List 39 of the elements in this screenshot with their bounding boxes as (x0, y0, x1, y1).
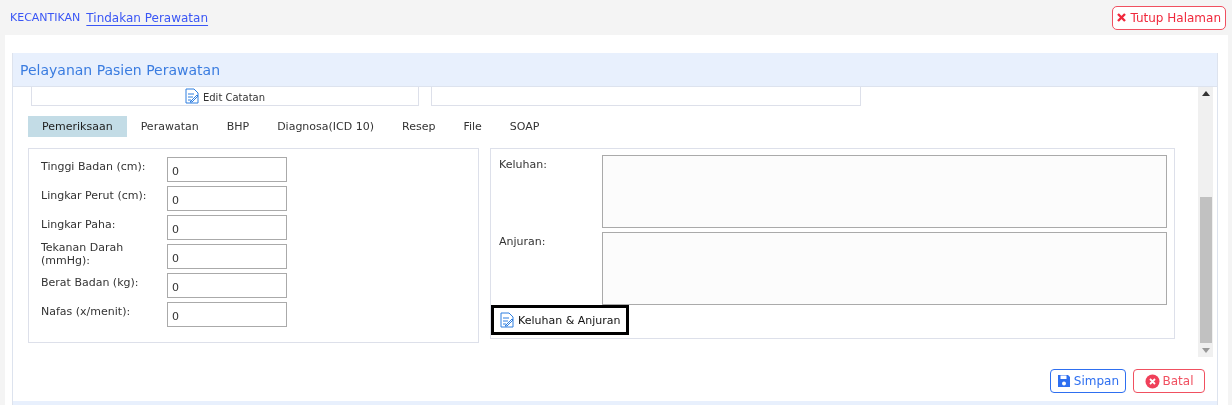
tab[interactable]: BHP (212, 116, 264, 137)
edit-document-icon (500, 312, 514, 328)
field-label: Lingkar Paha: (41, 218, 117, 231)
close-page-button[interactable]: Tutup Halaman (1112, 5, 1226, 30)
tab[interactable]: File (449, 116, 496, 137)
field-label: Berat Badan (kg): (41, 276, 140, 289)
input-field[interactable]: 0 (167, 273, 287, 298)
tab[interactable]: SOAP (495, 116, 554, 137)
complaint-advice-button[interactable]: Keluhan & Anjuran (491, 305, 630, 335)
field-label: Anjuran: (498, 234, 547, 250)
edit-note-link[interactable]: Edit Catatan (202, 92, 266, 104)
scrollbar[interactable] (1198, 87, 1213, 357)
input-field[interactable]: 0 (167, 186, 287, 211)
close-icon (1117, 13, 1127, 22)
breadcrumb-link[interactable]: KECANTIKAN (10, 11, 81, 24)
field-label: Keluhan: (498, 157, 548, 173)
input-field[interactable]: 0 (167, 157, 287, 182)
tab[interactable]: Resep (388, 116, 450, 137)
tab[interactable]: Perawatan (126, 116, 213, 137)
save-button[interactable]: Simpan (1049, 369, 1126, 393)
scroll-down-icon[interactable] (1201, 348, 1210, 353)
text-area[interactable] (602, 155, 1167, 228)
field-label: Nafas (x/menit): (41, 305, 132, 318)
edit-document-icon (184, 88, 199, 104)
input-field[interactable]: 0 (167, 302, 287, 327)
tab[interactable]: Diagnosa(ICD 10) (263, 116, 389, 137)
panel-title: Pelayanan Pasien Perawatan (20, 61, 221, 78)
input-field[interactable]: 0 (167, 215, 287, 240)
field-label: Tinggi Badan (cm): (41, 160, 147, 173)
text-area[interactable] (602, 232, 1167, 305)
scroll-up-icon[interactable] (1201, 91, 1210, 96)
field-label: Lingkar Perut (cm): (41, 189, 148, 202)
breadcrumb-link[interactable]: Tindakan Perawatan (86, 10, 209, 25)
cancel-button[interactable]: Batal (1133, 369, 1205, 393)
close-circle-icon (1144, 373, 1160, 389)
tab[interactable]: Pemeriksaan (28, 116, 127, 137)
field-label: Tekanan Darah (mmHg): (41, 240, 125, 267)
input-field[interactable]: 0 (167, 244, 287, 269)
scrollbar-thumb[interactable] (1199, 197, 1212, 343)
